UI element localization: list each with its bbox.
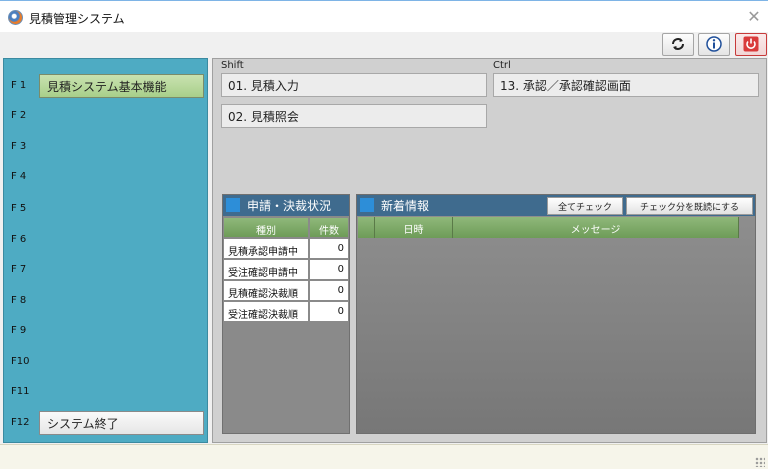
status-panel: 申請・決裁状況 種別 件数 見積承認申請中 0 受注確認申請中 0 見積確認決裁… [222,194,350,434]
mark-read-button[interactable]: チェック分を既読にする [626,197,753,215]
status-panel-header: 申請・決裁状況 [223,195,349,216]
refresh-icon [672,38,684,50]
fkey-label: F 3 [11,141,27,152]
row-count: 0 [309,238,349,259]
estimate-entry-button[interactable]: 01. 見積入力 [221,73,487,97]
select-column-header [358,217,375,238]
row-type: 見積承認申請中 [223,238,309,259]
power-icon [743,36,759,52]
row-count: 0 [309,259,349,280]
row-type: 受注確認申請中 [223,259,309,280]
fkey-label: F10 [11,356,30,367]
title-bar: 見積管理システム ✕ [0,2,768,32]
info-button[interactable] [698,33,730,56]
column-header-message: メッセージ [453,217,739,238]
table-row[interactable]: 見積確認決裁順 0 [223,280,351,301]
table-row[interactable]: 受注確認申請中 0 [223,259,351,280]
row-count: 0 [309,301,349,322]
close-icon[interactable]: ✕ [744,7,764,27]
f1-basic-functions-button[interactable]: 見積システム基本機能 [39,74,204,98]
approval-screen-button[interactable]: 13. 承認／承認確認画面 [493,73,759,97]
refresh-button[interactable] [662,33,694,56]
table-header-row: 種別 件数 [223,217,351,238]
shift-label: Shift [221,60,244,71]
toolbar [0,32,768,58]
row-count: 0 [309,280,349,301]
fkey-label: F 7 [11,264,27,275]
column-header-type: 種別 [223,217,309,238]
news-panel: 新着情報 全てチェック チェック分を既読にする 日時 メッセージ [356,194,756,434]
resize-grip-icon[interactable] [755,457,765,467]
status-panel-title: 申請・決裁状況 [247,199,332,213]
app-logo-icon [8,10,23,25]
main-area: F 1 F 2 F 3 F 4 F 5 F 6 F 7 F 8 F 9 F10 … [0,58,768,444]
fkey-label: F12 [11,417,30,428]
section-marker-icon [360,198,374,212]
fkey-label: F 5 [11,203,27,214]
f12-exit-button[interactable]: システム終了 [39,411,204,435]
row-type: 見積確認決裁順 [223,280,309,301]
estimate-inquiry-button[interactable]: 02. 見積照会 [221,104,487,128]
check-all-button[interactable]: 全てチェック [547,197,623,215]
fkey-label: F 1 [11,80,27,91]
column-header-datetime: 日時 [375,217,453,238]
fkey-label: F 6 [11,234,27,245]
fkey-label: F11 [11,386,30,397]
section-marker-icon [226,198,240,212]
table-row[interactable]: 見積承認申請中 0 [223,238,351,259]
row-type: 受注確認決裁順 [223,301,309,322]
news-panel-title: 新着情報 [381,199,430,213]
column-header-count: 件数 [309,217,349,238]
fkey-sidebar: F 1 F 2 F 3 F 4 F 5 F 6 F 7 F 8 F 9 F10 … [3,58,208,443]
fkey-label: F 9 [11,325,27,336]
power-button[interactable] [735,33,767,56]
fkey-label: F 2 [11,110,27,121]
app-window: 見積管理システム ✕ F 1 F 2 F 3 F 4 F 5 F 6 F 7 F… [0,0,768,469]
fkey-label: F 4 [11,171,27,182]
ctrl-label: Ctrl [493,60,511,71]
window-title: 見積管理システム [29,12,125,26]
status-bar [0,444,768,469]
table-row[interactable]: 受注確認決裁順 0 [223,301,351,322]
info-icon [706,36,722,52]
fkey-label: F 8 [11,295,27,306]
